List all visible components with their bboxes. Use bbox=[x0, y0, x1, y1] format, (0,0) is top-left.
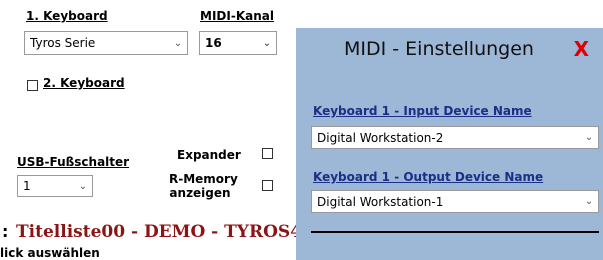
usb-footswitch-select[interactable]: 1 ⌄ bbox=[17, 175, 93, 197]
rmemory-checkbox[interactable] bbox=[262, 180, 273, 191]
chevron-down-icon: ⌄ bbox=[584, 132, 594, 143]
close-icon[interactable]: X bbox=[574, 37, 589, 61]
chevron-down-icon: ⌄ bbox=[262, 37, 272, 49]
midi-channel-label: MIDI-Kanal bbox=[200, 9, 274, 23]
keyboard2-checkbox[interactable] bbox=[27, 80, 38, 91]
keyboard2-label: 2. Keyboard bbox=[43, 76, 125, 90]
output-device-label: Keyboard 1 - Output Device Name bbox=[313, 170, 544, 184]
input-device-select[interactable]: Digital Workstation-2 ⌄ bbox=[311, 126, 599, 149]
midi-settings-panel: MIDI - Einstellungen X Keyboard 1 - Inpu… bbox=[296, 28, 603, 260]
output-device-select[interactable]: Digital Workstation-1 ⌄ bbox=[311, 190, 599, 213]
rmemory-label: R-Memory anzeigen bbox=[169, 172, 238, 200]
keyboard1-select-value: Tyros Serie bbox=[30, 36, 96, 50]
midi-channel-select-value: 16 bbox=[205, 36, 222, 50]
titelliste-title[interactable]: Titelliste00 - DEMO - TYROS4 bbox=[16, 222, 302, 242]
input-device-value: Digital Workstation-2 bbox=[317, 130, 444, 145]
rmemory-label-line1: R-Memory bbox=[169, 172, 238, 186]
panel-title: MIDI - Einstellungen bbox=[344, 38, 534, 60]
expander-label: Expander bbox=[177, 148, 241, 162]
output-device-value: Digital Workstation-1 bbox=[317, 194, 444, 209]
keyboard1-select[interactable]: Tyros Serie ⌄ bbox=[24, 31, 188, 55]
select-hint-text: lick auswählen bbox=[0, 246, 100, 260]
chevron-down-icon: ⌄ bbox=[78, 180, 88, 192]
usb-footswitch-label: USB-Fußschalter bbox=[17, 155, 130, 169]
chevron-down-icon: ⌄ bbox=[584, 196, 594, 207]
panel-divider bbox=[311, 231, 599, 233]
chevron-down-icon: ⌄ bbox=[173, 37, 183, 49]
midi-channel-select[interactable]: 16 ⌄ bbox=[199, 31, 277, 55]
input-device-label: Keyboard 1 - Input Device Name bbox=[313, 104, 532, 118]
usb-footswitch-select-value: 1 bbox=[23, 179, 31, 193]
colon-text: : bbox=[2, 222, 9, 241]
keyboard1-label: 1. Keyboard bbox=[26, 9, 108, 23]
rmemory-label-line2: anzeigen bbox=[169, 186, 231, 200]
expander-checkbox[interactable] bbox=[262, 148, 273, 159]
